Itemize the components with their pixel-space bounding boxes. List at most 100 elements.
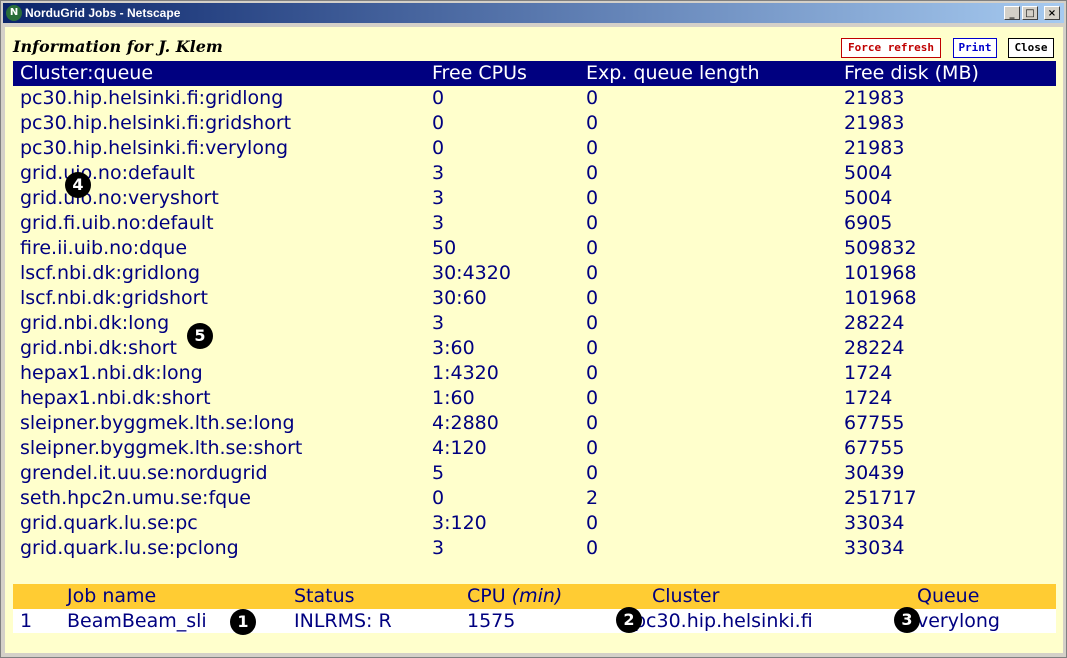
queue-row: pc30.hip.helsinki.fi:verylong 0 0 21983 xyxy=(13,136,1056,161)
queue-name-link[interactable]: pc30.hip.helsinki.fi:gridshort xyxy=(13,111,432,136)
queue-free-disk: 21983 xyxy=(844,112,905,134)
queue-free-disk: 67755 xyxy=(844,437,905,459)
annotation-marker-3: 3 xyxy=(894,607,920,633)
header-queue-length: Exp. queue length xyxy=(586,62,760,84)
minimize-button[interactable]: _ xyxy=(1004,6,1020,20)
queue-free-disk: 5004 xyxy=(844,187,893,209)
queue-free-cpus: 3 xyxy=(432,187,445,209)
queue-length: 0 xyxy=(586,387,599,409)
maximize-button[interactable]: □ xyxy=(1022,6,1038,20)
queue-length: 0 xyxy=(586,287,599,309)
queue-length: 0 xyxy=(586,262,599,284)
queue-row: grid.nbi.dk:short 3:60 0 28224 xyxy=(13,336,1056,361)
netscape-app-icon: N xyxy=(6,5,22,21)
queue-free-disk: 251717 xyxy=(844,487,917,509)
jobs-table-header: Job name Status CPU (min) Cluster Queue xyxy=(13,584,1056,609)
queue-length: 0 xyxy=(586,87,599,109)
queue-row: grid.quark.lu.se:pclong 3 0 33034 xyxy=(13,536,1056,561)
queue-name-link[interactable]: pc30.hip.helsinki.fi:gridlong xyxy=(13,86,432,111)
window-controls: _ □ × xyxy=(1004,6,1060,20)
queue-name-link[interactable]: seth.hpc2n.umu.se:fque xyxy=(13,486,432,511)
queue-row: grendel.it.uu.se:nordugrid 5 0 30439 xyxy=(13,461,1056,486)
queue-free-cpus: 3 xyxy=(432,312,445,334)
job-cluster-link[interactable]: pc30.hip.helsinki.fi xyxy=(632,609,917,633)
queue-free-cpus: 3 xyxy=(432,162,445,184)
annotation-marker-1: 1 xyxy=(230,609,256,635)
queue-free-cpus: 3:120 xyxy=(432,512,487,534)
queue-name-link[interactable]: hepax1.nbi.dk:long xyxy=(13,361,432,386)
queue-free-disk: 21983 xyxy=(844,87,905,109)
queue-length: 2 xyxy=(586,487,599,509)
queue-free-cpus: 50 xyxy=(432,237,457,259)
job-name-link[interactable]: BeamBeam_sli xyxy=(67,609,294,633)
queue-free-disk: 21983 xyxy=(844,137,905,159)
annotation-marker-2: 2 xyxy=(616,607,642,633)
queue-name-link[interactable]: lscf.nbi.dk:gridlong xyxy=(13,261,432,286)
queue-name-link[interactable]: sleipner.byggmek.lth.se:short xyxy=(13,436,432,461)
queue-row: grid.uio.no:default 3 0 5004 xyxy=(13,161,1056,186)
queue-length: 0 xyxy=(586,412,599,434)
queue-free-disk: 67755 xyxy=(844,412,905,434)
close-window-button[interactable]: × xyxy=(1044,6,1060,20)
queue-row: pc30.hip.helsinki.fi:gridlong 0 0 21983 xyxy=(13,86,1056,111)
queue-table-body: pc30.hip.helsinki.fi:gridlong 0 0 21983 pc30… xyxy=(13,86,1056,561)
queue-table-header: Cluster:queue Free CPUs Exp. queue lengt… xyxy=(13,61,1056,86)
queue-length: 0 xyxy=(586,112,599,134)
queue-length: 0 xyxy=(586,437,599,459)
queue-free-cpus: 3 xyxy=(432,212,445,234)
queue-row: grid.fi.uib.no:default 3 0 6905 xyxy=(13,211,1056,236)
queue-free-cpus: 4:2880 xyxy=(432,412,499,434)
queue-free-disk: 6905 xyxy=(844,212,893,234)
job-queue-link[interactable]: verylong xyxy=(917,609,1047,633)
job-status-link[interactable]: INLRMS: R xyxy=(294,609,467,633)
queue-row: sleipner.byggmek.lth.se:long 4:2880 0 67755 xyxy=(13,411,1056,436)
annotation-marker-5: 5 xyxy=(187,323,213,349)
queue-free-cpus: 3 xyxy=(432,537,445,559)
force-refresh-button[interactable]: Force refresh xyxy=(841,38,941,58)
queue-row: pc30.hip.helsinki.fi:gridshort 0 0 21983 xyxy=(13,111,1056,136)
queue-row: hepax1.nbi.dk:short 1:60 0 1724 xyxy=(13,386,1056,411)
queue-length: 0 xyxy=(586,537,599,559)
queue-free-disk: 28224 xyxy=(844,312,905,334)
queue-row: lscf.nbi.dk:gridshort 30:60 0 101968 xyxy=(13,286,1056,311)
queue-row: grid.quark.lu.se:pc 3:120 0 33034 xyxy=(13,511,1056,536)
queue-name-link[interactable]: grid.nbi.dk:short xyxy=(13,336,432,361)
header-free-cpus: Free CPUs xyxy=(432,62,527,84)
queue-free-disk: 33034 xyxy=(844,537,905,559)
header-job-number xyxy=(13,584,67,609)
queue-row: sleipner.byggmek.lth.se:short 4:120 0 67755 xyxy=(13,436,1056,461)
close-button[interactable]: Close xyxy=(1008,38,1054,58)
queue-free-disk: 101968 xyxy=(844,262,917,284)
print-button[interactable]: Print xyxy=(953,38,997,58)
queue-row: lscf.nbi.dk:gridlong 30:4320 0 101968 xyxy=(13,261,1056,286)
queue-name-link[interactable]: grid.quark.lu.se:pc xyxy=(13,511,432,536)
queue-free-disk: 1724 xyxy=(844,387,893,409)
queue-name-link[interactable]: lscf.nbi.dk:gridshort xyxy=(13,286,432,311)
title-bar[interactable]: N NorduGrid Jobs - Netscape _ □ × xyxy=(3,3,1064,23)
queue-name-link[interactable]: grid.quark.lu.se:pclong xyxy=(13,536,432,561)
header-cpu: CPU (min) xyxy=(467,584,632,609)
header-cluster-queue: Cluster:queue xyxy=(20,62,154,84)
queue-row: fire.ii.uib.no:dque 50 0 509832 xyxy=(13,236,1056,261)
queue-free-cpus: 0 xyxy=(432,87,445,109)
queue-row: seth.hpc2n.umu.se:fque 0 2 251717 xyxy=(13,486,1056,511)
queue-free-cpus: 30:4320 xyxy=(432,262,511,284)
queue-name-link[interactable]: pc30.hip.helsinki.fi:verylong xyxy=(13,136,432,161)
header-free-disk: Free disk (MB) xyxy=(844,62,979,84)
queue-length: 0 xyxy=(586,212,599,234)
queue-name-link[interactable]: grid.fi.uib.no:default xyxy=(13,211,432,236)
queue-name-link[interactable]: grendel.it.uu.se:nordugrid xyxy=(13,461,432,486)
queue-free-cpus: 5 xyxy=(432,462,445,484)
queue-free-disk: 5004 xyxy=(844,162,893,184)
queue-name-link[interactable]: hepax1.nbi.dk:short xyxy=(13,386,432,411)
queue-name-link[interactable]: sleipner.byggmek.lth.se:long xyxy=(13,411,432,436)
queue-name-link[interactable]: fire.ii.uib.no:dque xyxy=(13,236,432,261)
queue-name-link[interactable]: grid.nbi.dk:long xyxy=(13,311,432,336)
queue-free-cpus: 4:120 xyxy=(432,437,487,459)
queue-length: 0 xyxy=(586,187,599,209)
job-cpu: 1575 xyxy=(467,610,516,632)
page-title: Information for J. Klem xyxy=(13,37,223,56)
header-status: Status xyxy=(294,585,355,607)
queue-length: 0 xyxy=(586,462,599,484)
header-cpu-label: CPU xyxy=(467,585,512,607)
